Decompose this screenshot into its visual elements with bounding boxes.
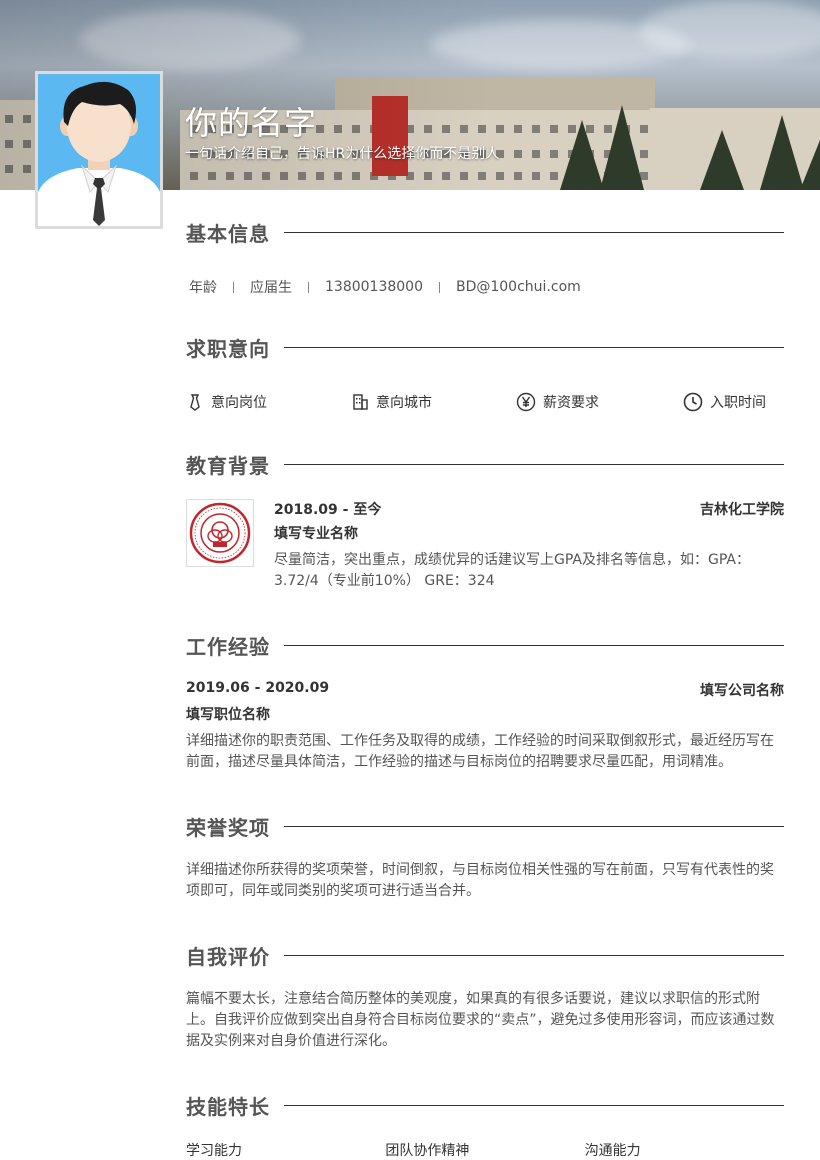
major-name: 填写专业名称	[274, 526, 358, 542]
intent-salary: 薪资要求	[516, 392, 599, 412]
honors-description: 详细描述你所获得的奖项荣誉，时间倒叙，与目标岗位相关性强的写在前面，只写有代表性…	[186, 862, 774, 899]
intent-position: 意向岗位	[186, 392, 267, 412]
education-period: 2018.09 - 至今	[274, 502, 382, 518]
intent-label: 意向城市	[376, 395, 432, 411]
intent-city: 意向城市	[351, 392, 432, 412]
status-label: 应届生	[250, 280, 292, 296]
section-job-intent: 求职意向 意向岗位 意向城市 薪资要求 入职时间	[186, 332, 784, 412]
avatar-illustration	[38, 74, 160, 226]
email-address: BD@100chui.com	[455, 279, 581, 295]
section-title: 教育背景	[186, 453, 270, 478]
intent-label: 入职时间	[710, 395, 766, 411]
company-name: 填写公司名称	[700, 683, 784, 699]
self-evaluation-description: 篇幅不要太长，注意结合简历整体的美观度，如果真的有很多话要说，建议以求职信的形式…	[186, 991, 775, 1049]
skill-item: 团队协作精神	[385, 1143, 470, 1159]
work-description: 详细描述你的职责范围、工作任务及取得的成绩，工作经验的时间采取倒叙形式，最近经历…	[186, 733, 774, 770]
building-icon	[353, 394, 368, 410]
intent-row: 意向岗位 意向城市 薪资要求 入职时间	[186, 392, 784, 412]
section-education: 教育背景 2018.09 - 至今 吉林化工学院 填写专业名称 尽量简洁，突出重…	[186, 449, 784, 592]
section-title: 求职意向	[186, 336, 270, 361]
separator	[308, 281, 309, 293]
section-divider	[284, 463, 784, 465]
section-self-evaluation: 自我评价 篇幅不要太长，注意结合简历整体的美观度，如果真的有很多话要说，建议以求…	[186, 940, 784, 1052]
section-divider	[284, 825, 784, 827]
skills-list: 学习能力 团队协作精神 沟通能力	[186, 1140, 784, 1160]
position-name: 填写职位名称	[186, 707, 270, 723]
intent-start-date: 入职时间	[683, 392, 766, 412]
section-divider	[284, 231, 784, 233]
section-basic-info: 基本信息 年龄 应届生 13800138000 BD@100chui.com	[186, 217, 784, 297]
school-logo	[186, 499, 254, 567]
basic-info-row: 年龄 应届生 13800138000 BD@100chui.com	[186, 277, 784, 297]
age-label: 年龄	[189, 280, 217, 296]
section-title: 自我评价	[186, 944, 270, 969]
section-divider	[284, 1104, 784, 1106]
work-period: 2019.06 - 2020.09	[186, 680, 330, 696]
education-description: 尽量简洁，突出重点，成绩优异的话建议写上GPA及排名等信息，如：GPA：3.72…	[274, 552, 750, 589]
section-honors: 荣誉奖项 详细描述你所获得的奖项荣誉，时间倒叙，与目标岗位相关性强的写在前面，只…	[186, 811, 784, 902]
section-divider	[284, 346, 784, 348]
avatar	[35, 71, 163, 229]
school-emblem-icon	[189, 502, 251, 564]
candidate-name: 你的名字	[185, 104, 318, 142]
section-title: 工作经验	[186, 634, 270, 659]
section-skills: 技能特长 学习能力 团队协作精神 沟通能力	[186, 1090, 784, 1160]
section-title: 技能特长	[186, 1094, 270, 1119]
intent-label: 薪资要求	[543, 395, 599, 411]
tie-icon	[190, 394, 200, 411]
section-title: 基本信息	[186, 221, 270, 246]
tagline: 一句话介绍自己，告诉HR为什么选择你而不是别人	[185, 146, 500, 162]
phone-number: 13800138000	[325, 279, 423, 295]
skill-item: 沟通能力	[584, 1143, 641, 1159]
section-work-experience: 工作经验 2019.06 - 2020.09 填写公司名称 填写职位名称 详细描…	[186, 630, 784, 773]
clock-icon	[683, 392, 703, 412]
section-title: 荣誉奖项	[186, 815, 270, 840]
school-name: 吉林化工学院	[700, 502, 784, 518]
section-divider	[284, 644, 784, 646]
intent-label: 意向岗位	[211, 395, 267, 411]
skill-item: 学习能力	[186, 1143, 242, 1159]
separator	[438, 281, 440, 293]
separator	[233, 281, 234, 293]
yen-icon	[516, 392, 536, 412]
section-divider	[284, 954, 784, 956]
